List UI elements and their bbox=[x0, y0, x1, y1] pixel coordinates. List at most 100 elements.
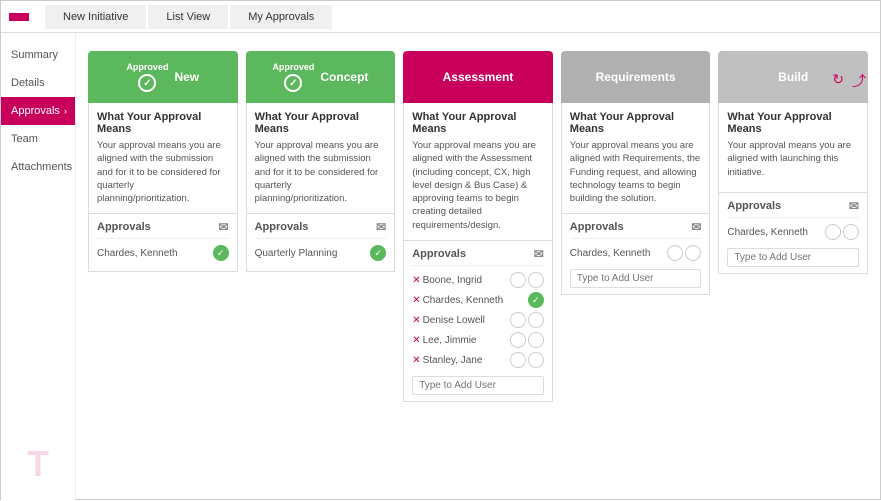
approved-label: Approved bbox=[126, 62, 168, 72]
user-status: ✓ bbox=[370, 245, 386, 261]
add-user-input[interactable] bbox=[570, 269, 702, 288]
status-circle-icon[interactable] bbox=[528, 312, 544, 328]
status-circle-icon[interactable] bbox=[825, 224, 841, 240]
remove-user-icon[interactable]: ✕ bbox=[412, 355, 420, 366]
status-circle-icon[interactable] bbox=[510, 332, 526, 348]
approved-badge: Approved✓ bbox=[272, 62, 314, 92]
nav-tab-my-approvals[interactable]: My Approvals bbox=[230, 5, 332, 29]
user-name: Denise Lowell bbox=[423, 315, 510, 326]
status-circle-icon[interactable] bbox=[510, 312, 526, 328]
sidebar-item-summary[interactable]: Summary bbox=[1, 41, 75, 69]
status-circle-icon[interactable] bbox=[510, 272, 526, 288]
user-status bbox=[510, 312, 544, 328]
remove-user-icon[interactable]: ✕ bbox=[412, 295, 420, 306]
user-row: ✕Denise Lowell bbox=[412, 312, 544, 328]
approvals-header: Approvals ✉ bbox=[412, 247, 544, 266]
col-header-label: Build bbox=[778, 70, 808, 84]
sidebar-item-details[interactable]: Details bbox=[1, 69, 75, 97]
approval-means-title: What Your Approval Means bbox=[412, 111, 544, 135]
kanban-col-assessment: AssessmentWhat Your Approval MeansYour a… bbox=[403, 51, 553, 402]
top-actions: ↻ ⤴ bbox=[832, 71, 866, 91]
approval-means-title: What Your Approval Means bbox=[727, 111, 859, 135]
check-circle-icon: ✓ bbox=[138, 74, 156, 92]
chevron-icon: › bbox=[64, 106, 67, 116]
user-name: Quarterly Planning bbox=[255, 248, 371, 259]
approvals-section-new: Approvals✉ Chardes, Kenneth✓ bbox=[88, 214, 238, 272]
approval-means-assessment: What Your Approval MeansYour approval me… bbox=[403, 103, 553, 241]
mail-icon[interactable]: ✉ bbox=[376, 220, 386, 234]
approvals-label: Approvals bbox=[412, 248, 466, 260]
user-status bbox=[510, 352, 544, 368]
user-status bbox=[510, 272, 544, 288]
kanban-board: Approved✓NewWhat Your Approval MeansYour… bbox=[88, 51, 868, 402]
status-circle-icon[interactable] bbox=[667, 245, 683, 261]
user-name: Boone, Ingrid bbox=[423, 275, 510, 286]
col-header-new: Approved✓New bbox=[88, 51, 238, 103]
user-status bbox=[510, 332, 544, 348]
approval-means-text: Your approval means you are aligned with… bbox=[97, 139, 229, 205]
user-row: ✕Stanley, Jane bbox=[412, 352, 544, 368]
kanban-col-concept: Approved✓ConceptWhat Your Approval Means… bbox=[246, 51, 396, 402]
status-circle-icon[interactable] bbox=[510, 352, 526, 368]
remove-user-icon[interactable]: ✕ bbox=[412, 275, 420, 286]
user-row: Chardes, Kenneth✓ bbox=[97, 245, 229, 261]
user-row: ✕Chardes, Kenneth✓ bbox=[412, 292, 544, 308]
approvals-label: Approvals bbox=[727, 200, 781, 212]
user-row: ✕Lee, Jimmie bbox=[412, 332, 544, 348]
approval-means-requirements: What Your Approval MeansYour approval me… bbox=[561, 103, 711, 214]
nav-tab-new-initiative[interactable]: New Initiative bbox=[45, 5, 146, 29]
user-row: ✕Boone, Ingrid bbox=[412, 272, 544, 288]
add-user-input[interactable] bbox=[727, 248, 859, 267]
status-circle-icon[interactable] bbox=[843, 224, 859, 240]
user-row: Quarterly Planning✓ bbox=[255, 245, 387, 261]
sidebar: SummaryDetailsApprovals›TeamAttachments T bbox=[1, 33, 76, 501]
mail-icon[interactable]: ✉ bbox=[691, 220, 701, 234]
approval-means-new: What Your Approval MeansYour approval me… bbox=[88, 103, 238, 214]
user-status bbox=[825, 224, 859, 240]
col-header-assessment: Assessment bbox=[403, 51, 553, 103]
mail-icon[interactable]: ✉ bbox=[534, 247, 544, 261]
approved-badge: Approved ✓ bbox=[126, 62, 168, 92]
kanban-col-build: BuildWhat Your Approval MeansYour approv… bbox=[718, 51, 868, 402]
status-circle-icon[interactable] bbox=[685, 245, 701, 261]
approval-means-title: What Your Approval Means bbox=[570, 111, 702, 135]
sidebar-item-team[interactable]: Team bbox=[1, 125, 75, 153]
user-name: Chardes, Kenneth bbox=[570, 248, 668, 259]
user-status: ✓ bbox=[213, 245, 229, 261]
add-user-input[interactable] bbox=[412, 376, 544, 395]
mail-icon[interactable]: ✉ bbox=[219, 220, 229, 234]
approvals-header: Approvals ✉ bbox=[570, 220, 702, 239]
status-circle-icon[interactable] bbox=[528, 352, 544, 368]
status-circle-icon[interactable] bbox=[528, 272, 544, 288]
sidebar-item-attachments[interactable]: Attachments bbox=[1, 153, 75, 181]
approvals-section-requirements: Approvals ✉ Chardes, Kenneth bbox=[561, 214, 711, 295]
approvals-header: Approvals ✉ bbox=[727, 199, 859, 218]
remove-user-icon[interactable]: ✕ bbox=[412, 335, 420, 346]
sidebar-item-approvals[interactable]: Approvals› bbox=[1, 97, 75, 125]
col-header-concept: Approved✓Concept bbox=[246, 51, 396, 103]
status-approved-icon[interactable]: ✓ bbox=[370, 245, 386, 261]
kanban-col-requirements: RequirementsWhat Your Approval MeansYour… bbox=[561, 51, 711, 402]
refresh-icon[interactable]: ↻ bbox=[832, 71, 844, 91]
top-nav: New InitiativeList ViewMy Approvals bbox=[1, 1, 880, 33]
approvals-section-build: Approvals✉Chardes, Kenneth bbox=[718, 193, 868, 274]
status-approved-icon[interactable]: ✓ bbox=[213, 245, 229, 261]
logo[interactable] bbox=[9, 13, 29, 21]
approvals-section-concept: Approvals✉ Quarterly Planning✓ bbox=[246, 214, 396, 272]
approvals-label: Approvals bbox=[570, 221, 624, 233]
remove-user-icon[interactable]: ✕ bbox=[412, 315, 420, 326]
mail-icon[interactable]: ✉ bbox=[849, 199, 859, 213]
approvals-header: Approvals✉ bbox=[255, 220, 387, 239]
t-mobile-logo: T bbox=[27, 443, 49, 485]
user-name: Chardes, Kenneth bbox=[423, 295, 528, 306]
status-circle-icon[interactable] bbox=[528, 332, 544, 348]
share-icon[interactable]: ⤴ bbox=[852, 71, 866, 91]
user-status: ✓ bbox=[528, 292, 544, 308]
user-row: Chardes, Kenneth bbox=[570, 245, 702, 261]
user-name: Chardes, Kenneth bbox=[97, 248, 213, 259]
approved-label: Approved bbox=[272, 62, 314, 72]
nav-tab-list-view[interactable]: List View bbox=[148, 5, 228, 29]
approvals-header: Approvals✉ bbox=[97, 220, 229, 239]
status-approved-icon[interactable]: ✓ bbox=[528, 292, 544, 308]
user-name: Lee, Jimmie bbox=[423, 335, 510, 346]
